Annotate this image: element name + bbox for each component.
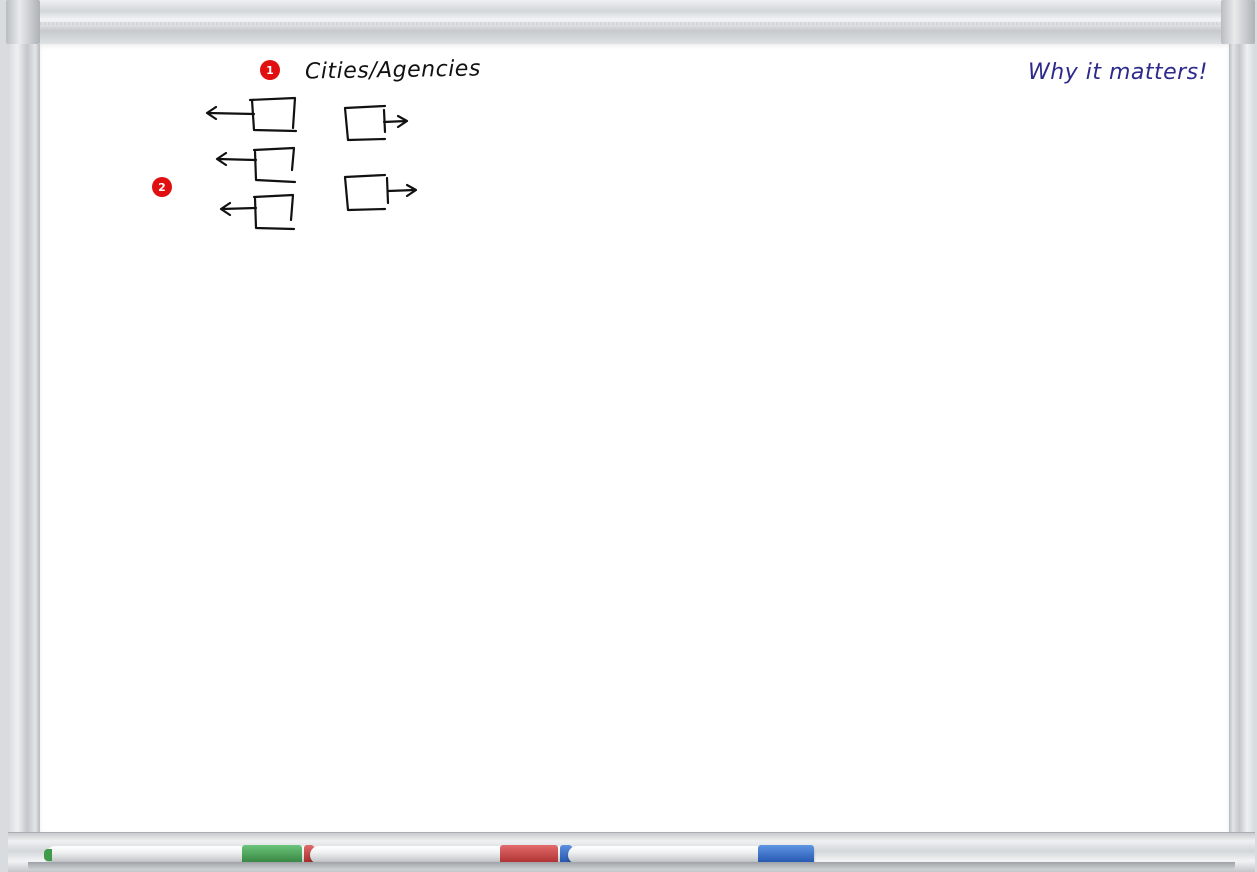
whiteboard-frame: 1 Cities/Agencies Why it matters! 2: [0, 0, 1257, 872]
top-left-corner-cap: [6, 0, 40, 44]
top-rail: [8, 0, 1249, 45]
top-right-corner-cap: [1221, 0, 1255, 44]
whiteboard-surface: [40, 44, 1229, 832]
step-badge-1-label: 1: [266, 63, 274, 77]
green-marker-tip: [44, 849, 52, 861]
tray-lip: [28, 862, 1235, 870]
step-badge-2: 2: [152, 177, 172, 197]
step-badge-1: 1: [260, 60, 280, 80]
board-title: Cities/Agencies: [304, 56, 482, 85]
left-rail: [8, 44, 40, 836]
board-subtitle: Why it matters!: [1028, 60, 1208, 85]
right-rail: [1229, 44, 1255, 836]
step-badge-2-label: 2: [158, 180, 166, 194]
